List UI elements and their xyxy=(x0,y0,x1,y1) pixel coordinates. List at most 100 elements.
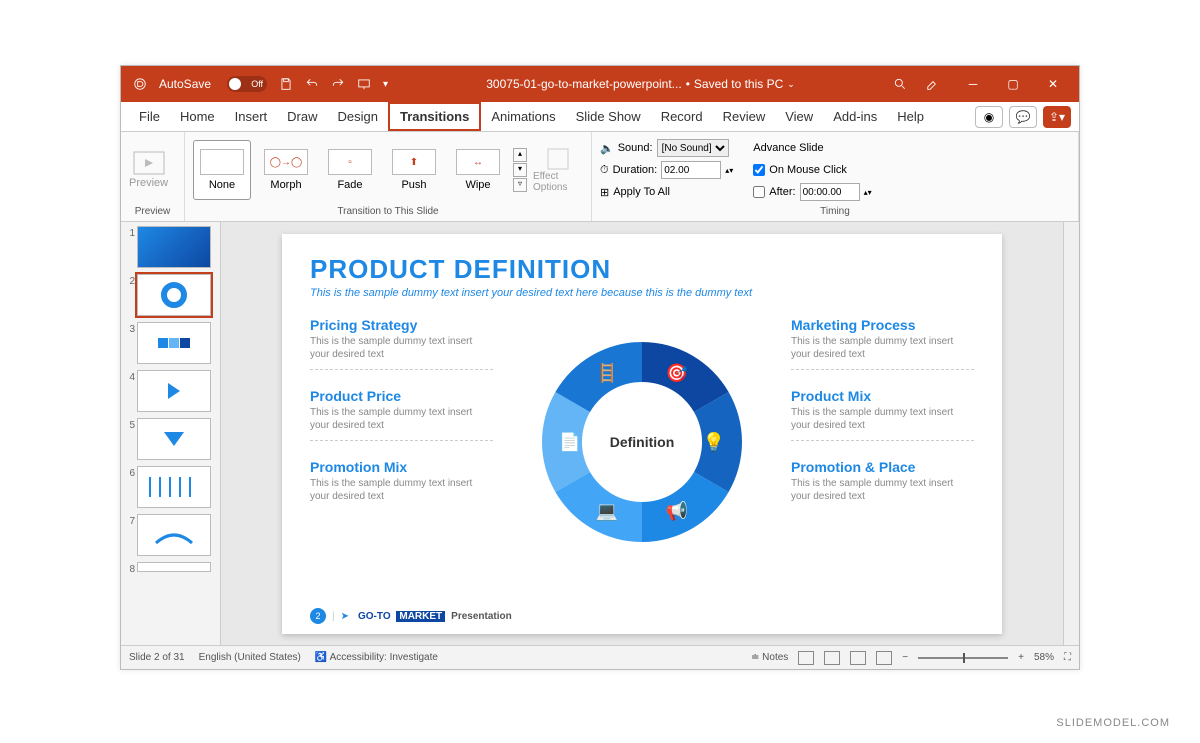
slide-subtitle[interactable]: This is the sample dummy text insert you… xyxy=(310,287,974,299)
thumbnail-6[interactable] xyxy=(137,466,211,508)
comments-button[interactable]: 💬 xyxy=(1009,106,1037,128)
duration-input[interactable] xyxy=(661,161,721,179)
thumbnail-3[interactable] xyxy=(137,322,211,364)
svg-text:📢: 📢 xyxy=(666,500,688,522)
draw-mode-button[interactable] xyxy=(913,66,953,102)
svg-text:💡: 💡 xyxy=(703,431,725,452)
sound-select[interactable]: [No Sound] xyxy=(657,139,729,157)
left-column: Pricing StrategyThis is the sample dummy… xyxy=(310,317,493,567)
tab-slideshow[interactable]: Slide Show xyxy=(566,102,651,131)
share-button[interactable]: ⇪▾ xyxy=(1043,106,1071,128)
tab-view[interactable]: View xyxy=(775,102,823,131)
thumbnail-7[interactable] xyxy=(137,514,211,556)
slide-footer: 2 | ➤ GO-TO MARKET Presentation xyxy=(310,608,512,624)
view-sorter[interactable] xyxy=(824,651,840,665)
app-window: AutoSave Off ▾ 30075-01-go-to-market-pow… xyxy=(120,65,1080,670)
transition-fade[interactable]: ▫Fade xyxy=(321,140,379,200)
fit-to-window[interactable]: ⛶ xyxy=(1064,652,1071,663)
slide-content: PRODUCT DEFINITION This is the sample du… xyxy=(282,234,1002,634)
tab-home[interactable]: Home xyxy=(170,102,225,131)
preview-button[interactable]: Preview xyxy=(129,151,168,189)
accessibility-indicator[interactable]: ♿ Accessibility: Investigate xyxy=(315,652,438,663)
ribbon: Preview Preview None ◯→◯Morph ▫Fade ⬆Pus… xyxy=(121,132,1079,222)
save-button[interactable] xyxy=(273,66,299,102)
watermark: SLIDEMODEL.COM xyxy=(1056,717,1170,729)
apply-all-button[interactable]: ⊞Apply To All xyxy=(600,182,733,202)
item-pricing-strategy[interactable]: Pricing StrategyThis is the sample dummy… xyxy=(310,317,493,370)
qat-overflow[interactable]: ▾ xyxy=(377,66,394,102)
svg-text:🎯: 🎯 xyxy=(666,363,688,383)
slide-canvas[interactable]: PRODUCT DEFINITION This is the sample du… xyxy=(221,222,1063,645)
item-promotion-place[interactable]: Promotion & PlaceThis is the sample dumm… xyxy=(791,459,974,503)
undo-button[interactable] xyxy=(299,66,325,102)
tab-transitions[interactable]: Transitions xyxy=(388,102,481,131)
slide-number-badge: 2 xyxy=(310,608,326,624)
duration-row: ⏱Duration:▴▾ xyxy=(600,160,733,180)
transition-wipe[interactable]: ↔Wipe xyxy=(449,140,507,200)
tab-animations[interactable]: Animations xyxy=(481,102,565,131)
thumbnail-1[interactable] xyxy=(137,226,211,268)
autosave-label: AutoSave xyxy=(153,66,217,102)
after-input[interactable] xyxy=(800,183,860,201)
item-product-price[interactable]: Product PriceThis is the sample dummy te… xyxy=(310,388,493,441)
ribbon-tabs: File Home Insert Draw Design Transitions… xyxy=(121,102,1079,132)
group-label-preview: Preview xyxy=(129,204,176,217)
status-bar: Slide 2 of 31 English (United States) ♿ … xyxy=(121,645,1079,669)
transition-gallery-scroll[interactable]: ▴ ▾ ▿ xyxy=(513,148,527,192)
svg-text:💻: 💻 xyxy=(596,501,618,521)
transition-push[interactable]: ⬆Push xyxy=(385,140,443,200)
app-icon xyxy=(127,66,153,102)
close-button[interactable]: ✕ xyxy=(1033,77,1073,91)
view-reading[interactable] xyxy=(850,651,866,665)
autosave-toggle[interactable]: Off xyxy=(217,66,273,102)
view-slideshow[interactable] xyxy=(876,651,892,665)
on-mouse-click-checkbox[interactable] xyxy=(753,164,765,176)
item-marketing-process[interactable]: Marketing ProcessThis is the sample dumm… xyxy=(791,317,974,370)
transition-morph[interactable]: ◯→◯Morph xyxy=(257,140,315,200)
thumbnail-5[interactable] xyxy=(137,418,211,460)
thumbnail-8[interactable] xyxy=(137,562,211,572)
transition-none[interactable]: None xyxy=(193,140,251,200)
slide-thumbnails: 1 2 3 4 5 6 7 8 xyxy=(121,222,221,645)
maximize-button[interactable]: ▢ xyxy=(993,77,1033,91)
slide-title[interactable]: PRODUCT DEFINITION xyxy=(310,254,974,285)
language-indicator[interactable]: English (United States) xyxy=(199,652,301,663)
minimize-button[interactable]: ─ xyxy=(953,77,993,91)
tab-insert[interactable]: Insert xyxy=(225,102,278,131)
advance-slide-label: Advance Slide xyxy=(753,138,871,158)
circular-diagram[interactable]: 🎯 💡 📢 💻 📄 🪜 Definition xyxy=(507,317,777,567)
vertical-scrollbar[interactable] xyxy=(1063,222,1079,645)
zoom-out[interactable]: − xyxy=(902,652,908,663)
item-product-mix[interactable]: Product MixThis is the sample dummy text… xyxy=(791,388,974,441)
notes-button[interactable]: ≐ Notes xyxy=(751,652,788,663)
group-label-transition: Transition to This Slide xyxy=(193,204,583,217)
diagram-center[interactable]: Definition xyxy=(587,387,697,497)
svg-text:🪜: 🪜 xyxy=(596,362,618,383)
thumbnail-2[interactable] xyxy=(137,274,211,316)
tab-addins[interactable]: Add-ins xyxy=(823,102,887,131)
thumbnail-4[interactable] xyxy=(137,370,211,412)
record-indicator[interactable]: ◉ xyxy=(975,106,1003,128)
tab-draw[interactable]: Draw xyxy=(277,102,327,131)
zoom-slider[interactable] xyxy=(918,657,1008,659)
after-checkbox[interactable] xyxy=(753,186,765,198)
right-column: Marketing ProcessThis is the sample dumm… xyxy=(791,317,974,567)
item-promotion-mix[interactable]: Promotion MixThis is the sample dummy te… xyxy=(310,459,493,503)
on-mouse-click-label: On Mouse Click xyxy=(769,164,847,176)
tab-design[interactable]: Design xyxy=(328,102,388,131)
present-button[interactable] xyxy=(351,66,377,102)
after-label: After: xyxy=(769,186,795,198)
effect-options-button: Effect Options xyxy=(533,147,583,193)
view-normal[interactable] xyxy=(798,651,814,665)
tab-review[interactable]: Review xyxy=(713,102,776,131)
search-button[interactable] xyxy=(887,66,913,102)
tab-file[interactable]: File xyxy=(129,102,170,131)
window-title: 30075-01-go-to-market-powerpoint...•Save… xyxy=(394,77,887,91)
zoom-in[interactable]: + xyxy=(1018,652,1024,663)
zoom-level[interactable]: 58% xyxy=(1034,652,1054,663)
sound-row: 🔈Sound:[No Sound] xyxy=(600,138,733,158)
tab-help[interactable]: Help xyxy=(887,102,934,131)
slide-indicator[interactable]: Slide 2 of 31 xyxy=(129,652,185,663)
redo-button[interactable] xyxy=(325,66,351,102)
tab-record[interactable]: Record xyxy=(651,102,713,131)
